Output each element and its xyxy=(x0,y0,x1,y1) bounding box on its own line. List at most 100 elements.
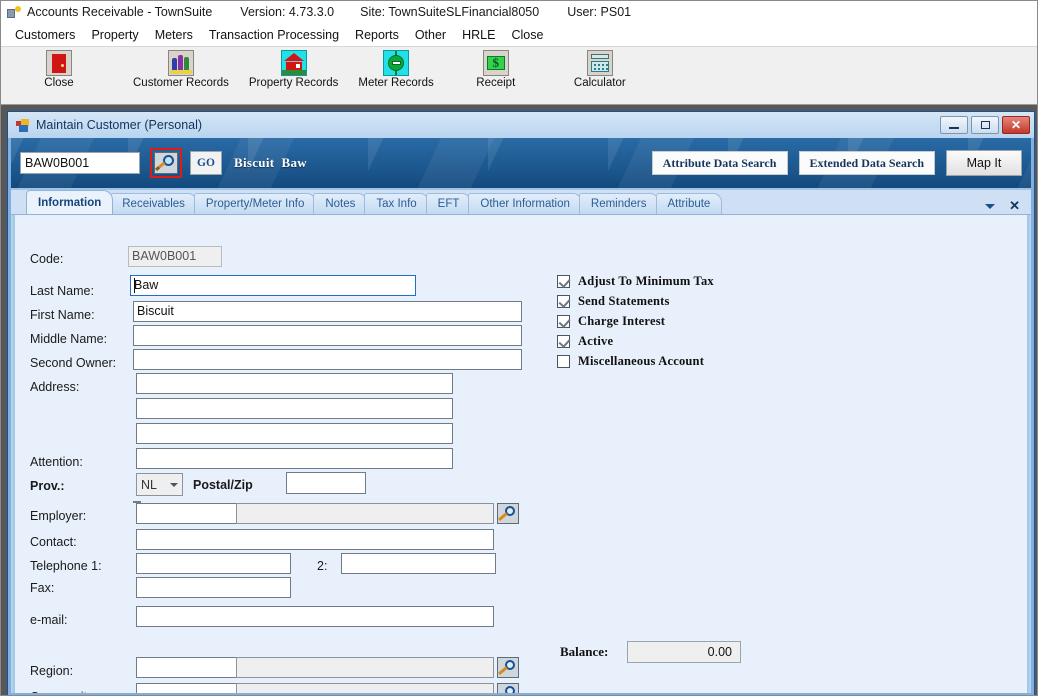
app-site: Site: TownSuiteSLFinancial8050 xyxy=(360,5,540,19)
telephone-2-input[interactable] xyxy=(341,553,496,574)
label-postal-zip: Postal/Zip xyxy=(193,478,253,492)
maintain-customer-window: Maintain Customer (Personal) ✕ BAW0B001 xyxy=(7,111,1035,695)
customer-search-band: BAW0B001 GO Biscuit Baw Attribute Data S… xyxy=(8,138,1034,190)
checkbox-adjust-to-minimum-tax[interactable]: Adjust To Minimum Tax xyxy=(557,274,714,289)
menu-item-property[interactable]: Property xyxy=(83,26,146,44)
checkbox-charge-interest[interactable]: Charge Interest xyxy=(557,314,665,329)
checkbox-label: Adjust To Minimum Tax xyxy=(578,274,714,288)
tab-notes[interactable]: Notes xyxy=(313,193,368,214)
maximize-button[interactable] xyxy=(971,116,999,134)
label-telephone-1: Telephone 1: xyxy=(30,559,102,573)
close-icon[interactable]: ✕ xyxy=(1009,199,1020,212)
checkbox-label: Send Statements xyxy=(578,294,670,308)
customer-code-input[interactable]: BAW0B001 xyxy=(20,152,140,174)
label-telephone-2: 2: xyxy=(317,559,328,573)
maximize-icon xyxy=(980,121,990,129)
tab-attribute[interactable]: Attribute xyxy=(655,193,723,214)
menu-item-meters[interactable]: Meters xyxy=(147,26,201,44)
tab-information[interactable]: Information xyxy=(26,190,114,214)
tab-other-information[interactable]: Other Information xyxy=(468,193,582,214)
toolbar-button-close[interactable]: Close xyxy=(25,50,93,90)
band-action-buttons: Attribute Data Search Extended Data Sear… xyxy=(651,150,1022,176)
prov-selected-value: NL xyxy=(141,477,157,492)
fax-input[interactable] xyxy=(136,577,291,598)
contact-input[interactable] xyxy=(136,529,494,550)
window-controls: ✕ xyxy=(940,116,1030,134)
tab-receivables[interactable]: Receivables xyxy=(110,193,197,214)
label-first-name: First Name: xyxy=(30,308,95,322)
chevron-down-icon[interactable] xyxy=(985,203,996,209)
map-it-button[interactable]: Map It xyxy=(946,150,1022,176)
postal-zip-input[interactable] xyxy=(286,472,366,494)
form-window-icon xyxy=(16,118,29,132)
toolbar-button-property-records[interactable]: Property Records xyxy=(243,50,344,90)
tab-eft[interactable]: EFT xyxy=(425,193,472,214)
last-name-input[interactable]: Baw xyxy=(130,275,416,296)
telephone-1-input[interactable] xyxy=(136,553,291,574)
checkbox-label: Active xyxy=(578,334,614,348)
label-community: Community: xyxy=(30,690,97,695)
address-line-2-input[interactable] xyxy=(136,398,453,419)
checkbox-icon-checked xyxy=(557,295,570,308)
email-input[interactable] xyxy=(136,606,494,627)
checkbox-label: Miscellaneous Account xyxy=(578,354,705,368)
tab-strip-tools: ✕ xyxy=(985,199,1034,214)
tab-tax-info[interactable]: Tax Info xyxy=(364,193,429,214)
toolbar-button-receipt[interactable]: Receipt xyxy=(462,50,530,90)
close-button[interactable]: ✕ xyxy=(1002,116,1030,134)
toolbar-button-calculator[interactable]: Calculator xyxy=(566,50,634,90)
community-desc-field xyxy=(236,683,494,695)
employer-lookup-icon[interactable] xyxy=(497,503,519,524)
main-toolbar: Close Customer Records Property Records … xyxy=(1,47,1037,105)
community-code-input[interactable] xyxy=(136,683,237,695)
label-code: Code: xyxy=(30,252,64,266)
label-address: Address: xyxy=(30,380,80,394)
tab-property-meter-info[interactable]: Property/Meter Info xyxy=(193,193,317,214)
label-contact: Contact: xyxy=(30,535,77,549)
community-lookup-icon[interactable] xyxy=(497,683,519,695)
menu-item-other[interactable]: Other xyxy=(407,26,454,44)
toolbar-button-meter-records[interactable]: Meter Records xyxy=(352,50,439,90)
main-menu-bar: Customers Property Meters Transaction Pr… xyxy=(1,24,1037,47)
menu-item-transaction-processing[interactable]: Transaction Processing xyxy=(201,26,347,44)
attention-input[interactable] xyxy=(136,448,453,469)
go-button[interactable]: GO xyxy=(190,151,222,175)
label-second-owner: Second Owner: xyxy=(30,356,117,370)
checkbox-active[interactable]: Active xyxy=(557,334,613,349)
label-fax: Fax: xyxy=(30,581,55,595)
middle-name-input[interactable] xyxy=(133,325,522,346)
employer-code-input[interactable] xyxy=(136,503,237,524)
toolbar-label-calculator: Calculator xyxy=(573,77,626,89)
tab-strip: Information Receivables Property/Meter I… xyxy=(8,190,1034,214)
attribute-data-search-button[interactable]: Attribute Data Search xyxy=(651,151,788,175)
minimize-icon xyxy=(949,127,959,129)
label-employer: Employer: xyxy=(30,509,87,523)
application-title-bar: Accounts Receivable - TownSuite Version:… xyxy=(1,1,1037,24)
menu-item-customers[interactable]: Customers xyxy=(7,26,83,44)
menu-item-close[interactable]: Close xyxy=(503,26,551,44)
minimize-button[interactable] xyxy=(940,116,968,134)
extended-data-search-button[interactable]: Extended Data Search xyxy=(798,151,935,175)
address-line-3-input[interactable] xyxy=(136,423,453,444)
region-lookup-icon[interactable] xyxy=(497,657,519,678)
menu-item-reports[interactable]: Reports xyxy=(347,26,407,44)
child-window-title-bar: Maintain Customer (Personal) ✕ xyxy=(8,112,1034,138)
checkbox-miscellaneous-account[interactable]: Miscellaneous Account xyxy=(557,354,704,369)
region-desc-field xyxy=(236,657,494,678)
menu-item-hrle[interactable]: HRLE xyxy=(454,26,503,44)
panel-left-edge xyxy=(8,215,15,695)
toolbar-button-customer-records[interactable]: Customer Records xyxy=(127,50,235,90)
app-user: User: PS01 xyxy=(567,5,632,19)
magnifier-lookup-icon[interactable] xyxy=(154,152,178,174)
child-window-title: Maintain Customer (Personal) xyxy=(36,118,203,132)
prov-select[interactable]: NL xyxy=(136,473,183,496)
money-icon xyxy=(482,50,509,76)
first-name-input[interactable]: Biscuit xyxy=(133,301,522,322)
tab-reminders[interactable]: Reminders xyxy=(578,193,659,214)
second-owner-input[interactable] xyxy=(133,349,522,370)
region-code-input[interactable] xyxy=(136,657,237,678)
toolbar-label-customer-records: Customer Records xyxy=(133,77,229,89)
checkbox-send-statements[interactable]: Send Statements xyxy=(557,294,670,309)
checkbox-label: Charge Interest xyxy=(578,314,666,328)
address-line-1-input[interactable] xyxy=(136,373,453,394)
